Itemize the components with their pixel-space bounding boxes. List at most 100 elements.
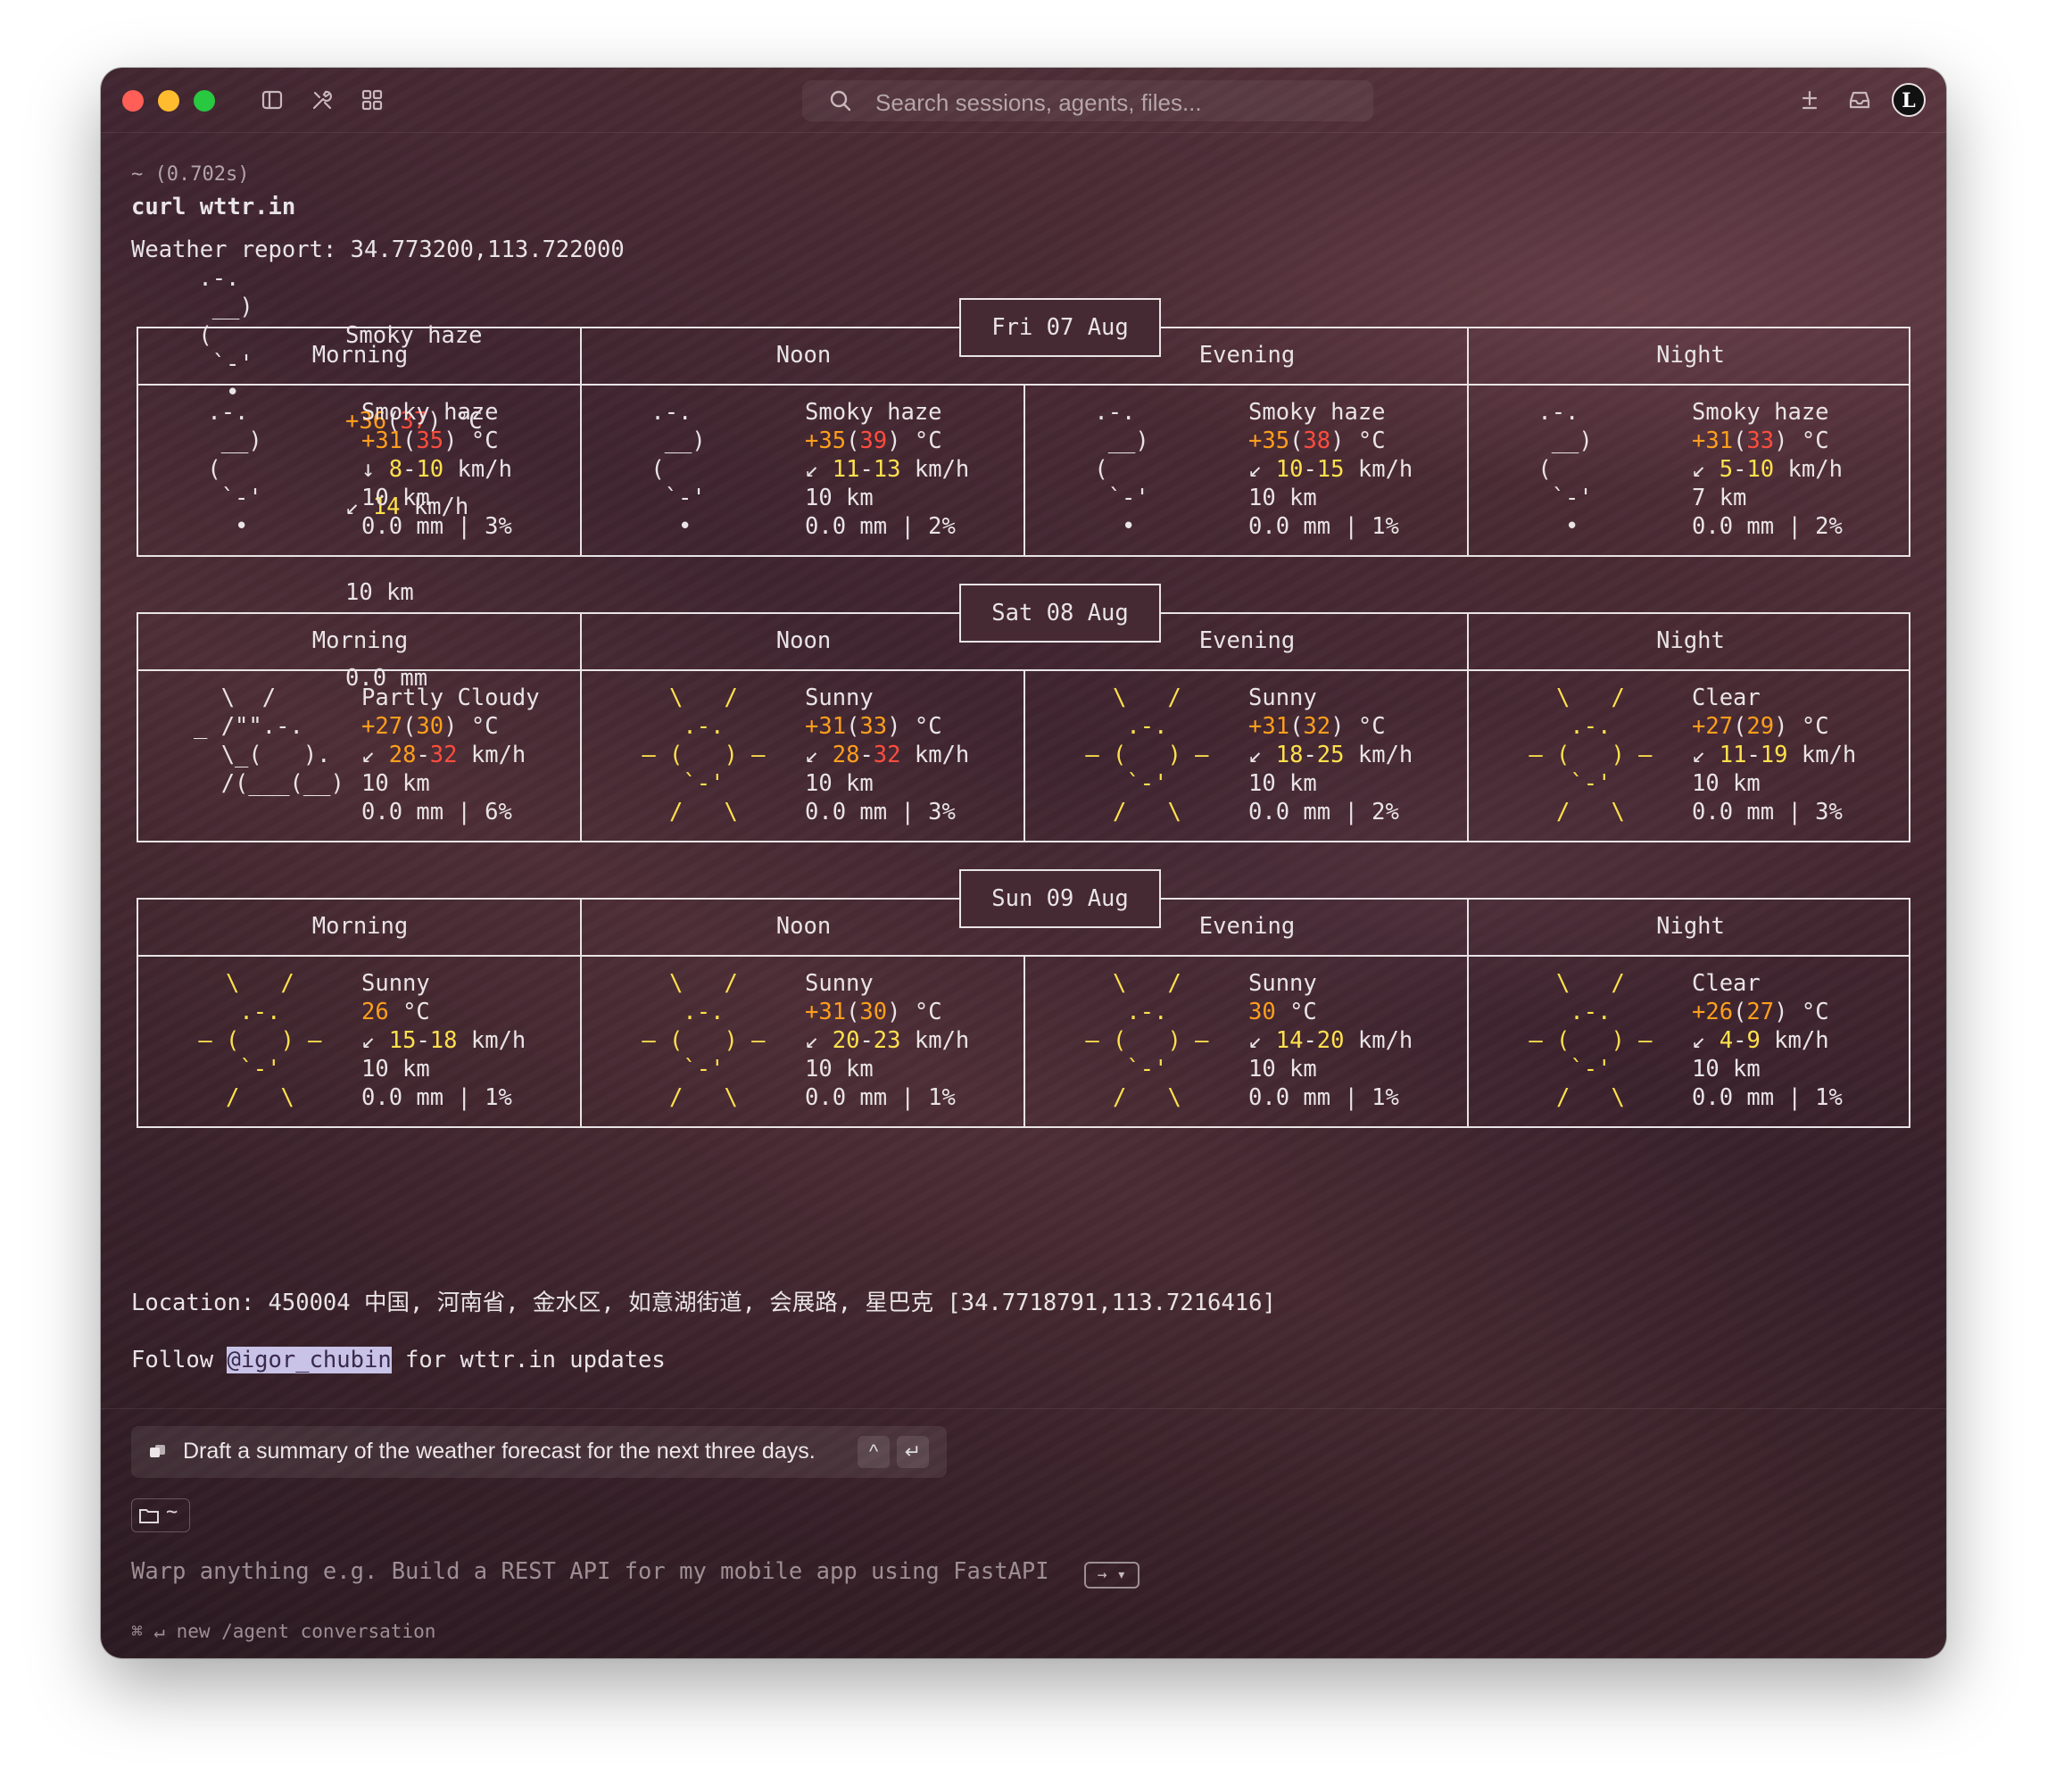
art-line: \ / [1515,684,1625,711]
period-header: Morning [311,913,409,940]
wind-text: ↙ 20-23 km/h [805,1027,970,1054]
art-line: \ / [194,684,277,711]
precipitation-text: 0.0 mm | 3% [805,799,956,825]
forecast-cell: \ / .-. ‒ ( ) ‒ `-' / \ Clear +27(29) °C ↙ … [1471,684,1908,835]
art-line: \ / [1515,970,1625,997]
art-line: .-. [1524,399,1579,426]
visibility-text: 10 km [361,770,430,797]
wind-text: ↙ 11-19 km/h [1692,742,1857,768]
temperature-text: +35(39) °C [805,427,942,454]
directory-label: ~ [166,1501,178,1523]
art-line: ‒ ( ) ‒ [1515,742,1653,768]
art-line: • [1081,513,1136,540]
twitter-handle-link[interactable]: @igor_chubin [227,1347,392,1373]
art-line: ‒ ( ) ‒ [1515,1027,1653,1054]
weather-art: \ / _ /"".-. \_( ). /(___(__) [194,684,390,826]
art-line: `-' [1081,485,1149,511]
forecast-cell: \ / .-. ‒ ( ) ‒ `-' / \ Sunny +31(30) °C ↙ … [584,969,1021,1121]
visibility-text: 10 km [1248,1056,1317,1083]
weather-info: Clear +27(29) °C ↙ 11-19 km/h 10 km 0.0 mm |… [1692,684,1856,826]
art-line: `-' [628,770,725,797]
art-line: ‒ ( ) ‒ [628,742,766,768]
art-line: __) [637,427,706,454]
condition-text: Smoky haze [1692,399,1829,426]
art-line: \ / [1072,684,1181,711]
input-mode-toggle[interactable]: → ▾ [1084,1562,1140,1589]
wind-text: ↙ 15-18 km/h [361,1027,526,1054]
folder-icon [139,1509,159,1523]
temperature-text: +31(30) °C [805,999,942,1025]
weather-info: Sunny 30 °C ↙ 14-20 km/h 10 km 0.0 mm | 1% [1248,969,1413,1112]
weather-art: .-. __) ( `-' • [637,398,833,541]
art-line: .-. [628,999,725,1025]
art-line: / \ [628,1084,738,1111]
art-line: `-' [637,485,706,511]
visibility-text: 10 km [361,1056,430,1083]
weather-info: Sunny +31(32) °C ↙ 18-25 km/h 10 km 0.0 mm |… [1248,684,1413,826]
period-header: Morning [311,627,409,654]
art-line: `-' [1072,1056,1168,1083]
precipitation-text: 0.0 mm | 3% [361,513,512,540]
art-line: \ / [628,684,738,711]
agent-suggestion-chip[interactable]: Draft a summary of the weather forecast … [131,1426,947,1478]
art-line: /(___(__) [194,770,344,797]
forecast-cell: .-. __) ( `-' • Smoky haze +31(35) °C ↓ 8-1… [140,398,577,550]
condition-text: Partly Cloudy [361,684,540,711]
art-line: / \ [1072,1084,1181,1111]
art-line: ( [1081,456,1108,483]
wind-text: ↙ 14-20 km/h [1248,1027,1413,1054]
art-line: .-. [628,713,725,740]
wind-text: ↙ 11-13 km/h [805,456,970,483]
wind-text: ↙ 28-32 km/h [361,742,526,768]
art-line [194,798,390,826]
art-line: `-' [194,485,262,511]
agent-suggestion-icon [147,1441,169,1463]
weather-info: Smoky haze +35(38) °C ↙ 10-15 km/h 10 km 0.0… [1248,398,1413,541]
art-line: / \ [1515,1084,1625,1111]
precipitation-text: 0.0 mm | 1% [1248,513,1399,540]
forecast-cell: .-. __) ( `-' • Smoky haze +35(38) °C ↙ 10-… [1027,398,1464,550]
weather-art: .-. __) ( `-' • [1524,398,1720,541]
weather-info: Sunny +31(30) °C ↙ 20-23 km/h 10 km 0.0 mm |… [805,969,969,1112]
condition-text: Sunny [1248,970,1317,997]
command-line[interactable]: curl wttr.in [131,193,295,221]
art-line: ‒ ( ) ‒ [1072,742,1209,768]
art-line: ‒ ( ) ‒ [1072,1027,1209,1054]
temperature-text: +26(27) °C [1692,999,1829,1025]
art-line: .-. [1072,713,1168,740]
agent-suggestion-text: Draft a summary of the weather forecast … [183,1439,816,1464]
weather-info: Smoky haze +31(33) °C ↙ 5-10 km/h 7 km 0.0 m… [1692,398,1843,541]
condition-text: Smoky haze [1248,399,1386,426]
forecast-day-table: Morning Noon Evening Night Sat 08 Aug \ / _ /… [137,584,1910,842]
weather-art: .-. __) ( `-' • [1081,398,1277,541]
art-line: • [1524,513,1579,540]
art-line: `-' [1515,1056,1612,1083]
temperature-text: +35(38) °C [1248,427,1386,454]
art-line: _ /"".-. [194,713,303,740]
condition-text: Sunny [805,684,874,711]
precipitation-text: 0.0 mm | 1% [1692,1084,1843,1111]
working-directory-chip[interactable]: ~ [131,1498,190,1532]
period-header: Night [1656,342,1725,369]
forecast-cell: \ / .-. ‒ ( ) ‒ `-' / \ Sunny 26 °C ↙ 15-18… [140,969,577,1121]
art-line: `-' [628,1056,725,1083]
suggestion-accept-key[interactable]: ↵ [897,1436,929,1468]
art-line: __) [1524,427,1593,454]
forecast-date: Fri 07 Aug [959,298,1161,357]
terminal-output: ~ (0.702s) curl wttr.in Weather report: … [101,68,1946,1658]
command-input[interactable]: Warp anything e.g. Build a REST API for … [131,1558,1049,1585]
condition-text: Sunny [805,970,874,997]
location-line: Location: 450004 中国, 河南省, 金水区, 如意湖街道, 会展… [131,1290,1276,1316]
art-line: `-' [1515,770,1612,797]
art-line: • [637,513,692,540]
art-line: `-' [1072,770,1168,797]
wind-text: ↙ 18-25 km/h [1248,742,1413,768]
art-line: .-. [1081,399,1136,426]
art-line: \ / [1072,970,1181,997]
suggestion-expand-key[interactable]: ^ [858,1436,890,1468]
wind-text: ↓ 8-10 km/h [361,456,512,483]
art-line: ( [1524,456,1552,483]
follow-line: Follow @igor_chubin for wttr.in updates [131,1347,666,1373]
condition-text: Smoky haze [805,399,942,426]
forecast-cell: \ / .-. ‒ ( ) ‒ `-' / \ Sunny +31(32) °C ↙ … [1027,684,1464,835]
